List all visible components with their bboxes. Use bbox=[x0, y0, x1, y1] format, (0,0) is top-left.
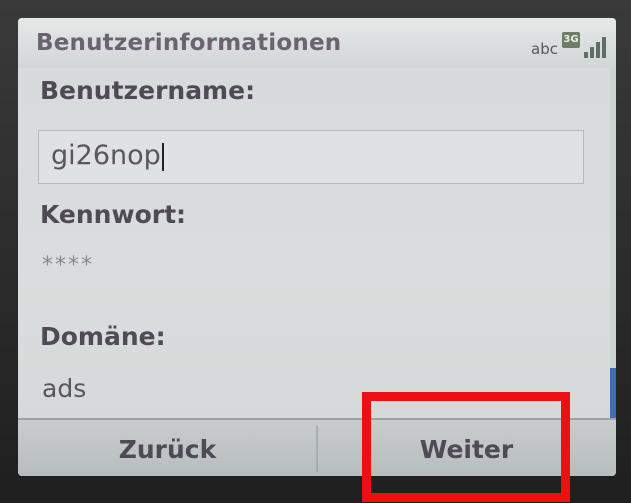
username-value: gi26nop bbox=[51, 140, 161, 171]
password-label: Kennwort: bbox=[40, 200, 187, 229]
password-field[interactable]: **** bbox=[42, 253, 94, 278]
text-cursor bbox=[161, 142, 164, 171]
status-indicators: abc 3G bbox=[531, 30, 606, 58]
username-input[interactable]: gi26nop bbox=[38, 130, 584, 184]
form-area: Benutzername: gi26nop Kennwort: **** Dom… bbox=[18, 68, 616, 418]
scrollbar[interactable] bbox=[610, 68, 616, 428]
page-title: Benutzerinformationen bbox=[36, 30, 342, 56]
highlight-box bbox=[362, 392, 570, 502]
title-bar: Benutzerinformationen abc 3G bbox=[18, 18, 616, 69]
back-softkey[interactable]: Zurück bbox=[18, 420, 317, 476]
domain-label: Domäne: bbox=[40, 322, 166, 351]
network-type-badge: 3G bbox=[562, 32, 580, 48]
domain-field[interactable]: ads bbox=[42, 374, 86, 403]
username-label: Benutzername: bbox=[40, 76, 256, 105]
input-mode-indicator: abc bbox=[531, 40, 558, 58]
signal-strength-icon bbox=[584, 36, 606, 58]
